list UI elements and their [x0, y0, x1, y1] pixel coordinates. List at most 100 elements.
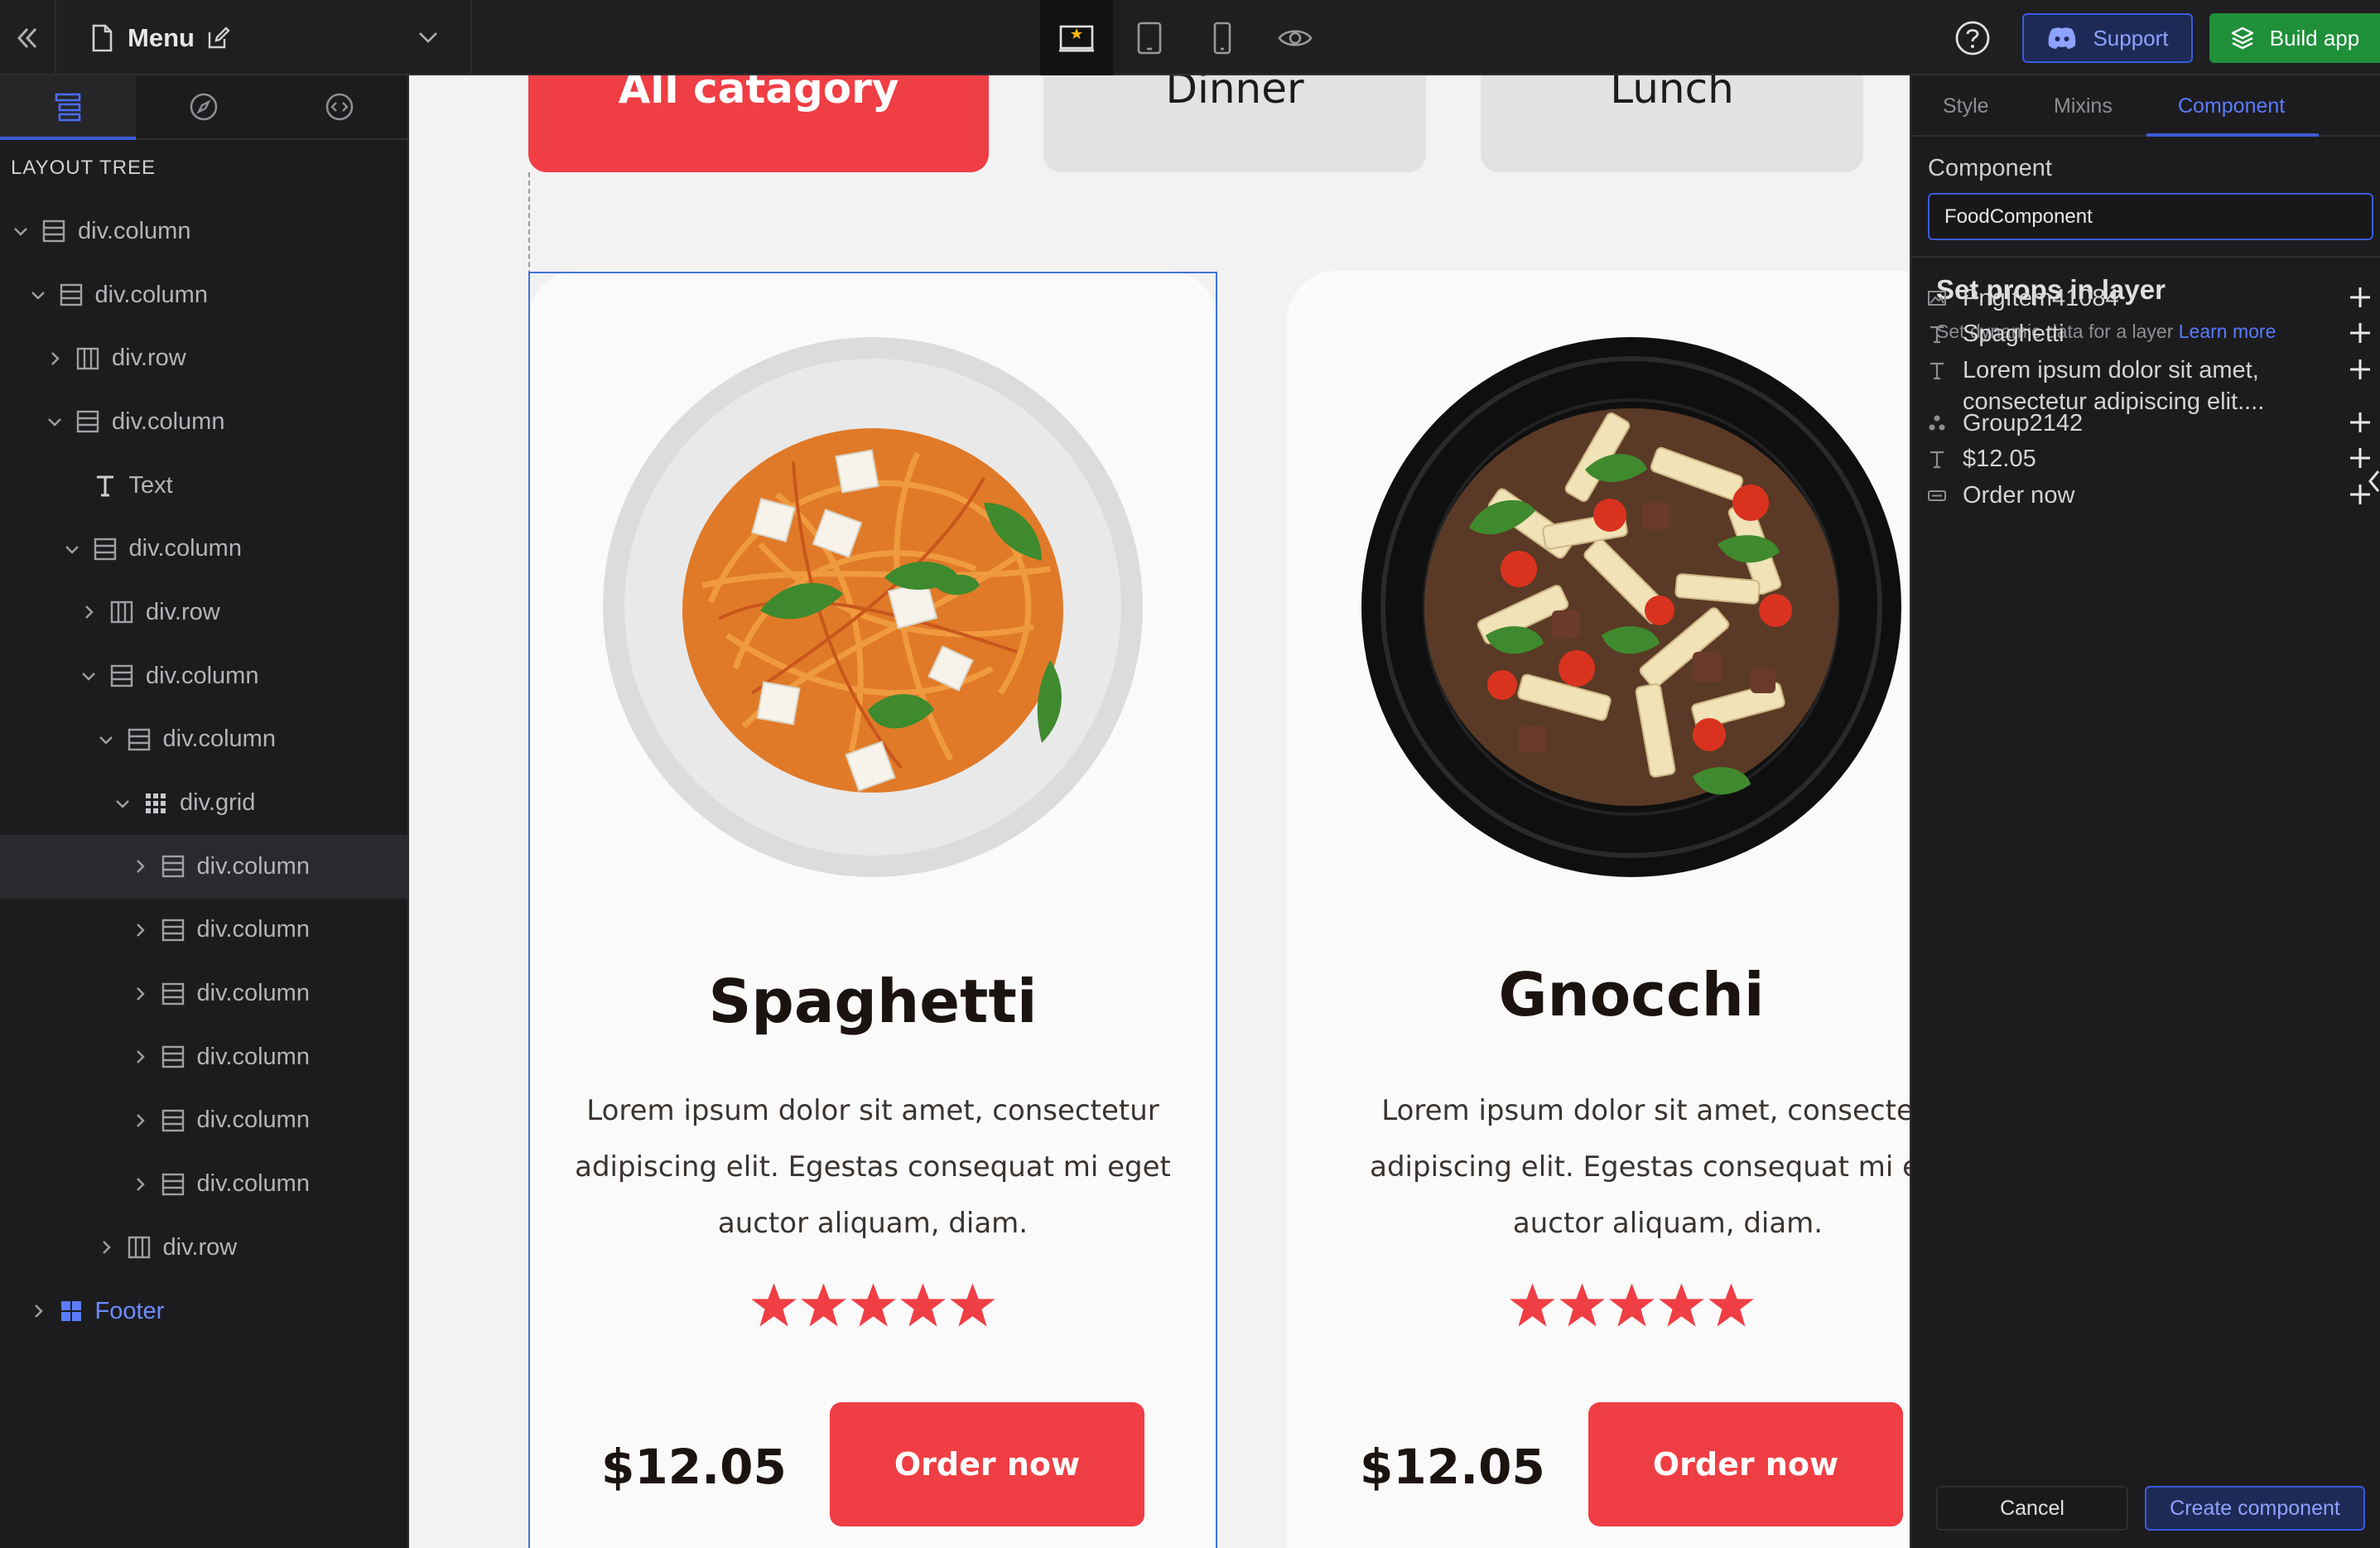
prop-row[interactable]: $12.05 — [1926, 443, 2380, 475]
food-title: Gnocchi — [1498, 960, 1765, 1030]
tree-item-label: div.row — [162, 1233, 238, 1261]
chevron-down-icon[interactable] — [78, 667, 99, 685]
chevron-right-icon[interactable] — [27, 1302, 49, 1320]
star-icon — [949, 1283, 995, 1327]
tree-item[interactable]: div.column — [0, 1025, 407, 1089]
food-card[interactable]: Gnocchi Lorem ipsum dolor sit amet, cons… — [1287, 271, 1910, 1548]
tree-item-label: div.column — [196, 1043, 310, 1070]
chevron-down-icon[interactable] — [10, 222, 31, 240]
create-component-button[interactable]: Create component — [2145, 1486, 2365, 1531]
column-icon — [108, 663, 136, 688]
tree-item[interactable]: div.column — [0, 644, 407, 708]
tree-item[interactable]: div.column — [0, 899, 407, 962]
collapse-sidebar-button[interactable] — [0, 0, 56, 75]
cancel-button[interactable]: Cancel — [1936, 1486, 2128, 1531]
order-now-button[interactable]: Order now — [1588, 1402, 1903, 1526]
group-icon — [1926, 407, 1948, 439]
tree-item-footer[interactable]: Footer — [0, 1280, 407, 1343]
category-all-button[interactable]: All catagory — [528, 75, 989, 172]
chevron-down-icon[interactable] — [27, 286, 49, 304]
chevron-down-icon[interactable] — [61, 540, 83, 558]
tree-item[interactable]: div.row — [0, 1216, 407, 1280]
component-name-input[interactable]: FoodComponent — [1928, 193, 2373, 240]
tree-item-label: div.column — [112, 407, 225, 435]
chevron-right-icon[interactable] — [129, 985, 151, 1003]
tree-item[interactable]: div.column — [0, 200, 407, 263]
tree-item[interactable]: div.column — [0, 517, 407, 581]
build-app-button[interactable]: Build app — [2209, 13, 2380, 63]
chevron-left-icon[interactable] — [2367, 465, 2380, 498]
plus-icon[interactable] — [2347, 409, 2373, 442]
tree-item[interactable]: div.row — [0, 581, 407, 644]
tab-style[interactable]: Style — [1943, 75, 1989, 137]
tree-item[interactable]: div.row — [0, 326, 407, 390]
preview-button[interactable] — [1259, 0, 1332, 75]
support-button[interactable]: Support — [2022, 13, 2193, 63]
tree-item[interactable]: Text — [0, 454, 407, 518]
star-icon — [1509, 1283, 1555, 1327]
food-card[interactable]: Spaghetti Lorem ipsum dolor sit amet, co… — [528, 271, 1217, 1548]
chevron-right-icon[interactable] — [129, 857, 151, 875]
desktop-view-button[interactable] — [1040, 0, 1113, 75]
food-price: $12.05 — [1360, 1439, 1545, 1495]
star-icon — [1559, 1283, 1605, 1327]
chevron-down-icon[interactable] — [44, 412, 65, 431]
category-dinner-button[interactable]: Dinner — [1043, 75, 1426, 172]
tree-item[interactable]: div.column — [0, 1089, 407, 1153]
category-lunch-button[interactable]: Lunch — [1481, 75, 1863, 172]
tree-item[interactable]: div.column — [0, 390, 407, 454]
chevron-down-icon[interactable] — [416, 25, 441, 50]
tab-component[interactable]: Component — [2178, 75, 2285, 137]
page-selector[interactable]: Menu — [56, 0, 472, 75]
food-price: $12.05 — [601, 1439, 787, 1495]
row-icon — [74, 346, 102, 371]
prop-row[interactable]: Group2142 — [1926, 407, 2380, 439]
chevron-right-icon[interactable] — [129, 1048, 151, 1066]
chevron-right-icon[interactable] — [78, 603, 99, 621]
column-icon — [159, 1172, 187, 1197]
order-now-button[interactable]: Order now — [830, 1402, 1144, 1526]
tab-mixins[interactable]: Mixins — [2054, 75, 2113, 137]
plus-icon[interactable] — [2347, 356, 2373, 389]
prop-row[interactable]: PngItem41084 — [1926, 282, 2380, 314]
column-icon — [74, 409, 102, 434]
prop-row[interactable]: Spaghetti — [1926, 318, 2380, 350]
star-icon — [899, 1283, 946, 1327]
text-icon — [1926, 443, 1948, 475]
tree-item[interactable]: div.grid — [0, 771, 407, 835]
tree-item[interactable]: div.column — [0, 263, 407, 327]
edit-icon[interactable] — [206, 26, 231, 51]
tab-code[interactable] — [272, 75, 407, 138]
chevron-right-icon[interactable] — [129, 921, 151, 939]
plus-icon[interactable] — [2347, 284, 2373, 317]
tree-item[interactable]: div.column — [0, 1152, 407, 1216]
mobile-view-button[interactable] — [1186, 0, 1259, 75]
column-icon — [159, 854, 187, 879]
chevron-right-icon[interactable] — [129, 1112, 151, 1130]
page-title: Menu — [128, 22, 195, 52]
chevron-down-icon[interactable] — [95, 731, 117, 749]
chevron-right-icon[interactable] — [44, 350, 65, 368]
tree-item-label: div.column — [196, 916, 310, 943]
tree-item-label: div.column — [128, 535, 242, 562]
help-icon[interactable] — [1954, 20, 1991, 56]
tree-item[interactable]: div.column — [0, 834, 407, 899]
tablet-view-button[interactable] — [1113, 0, 1186, 75]
right-panel-tabs: Style Mixins Component — [1911, 75, 2380, 137]
column-icon — [159, 1108, 187, 1133]
tab-layers[interactable] — [0, 75, 136, 140]
chevron-right-icon[interactable] — [129, 1175, 151, 1194]
star-icon — [1658, 1283, 1704, 1327]
tab-navigator[interactable] — [136, 75, 272, 138]
plus-icon[interactable] — [2347, 320, 2373, 353]
rating-stars — [1287, 1281, 1910, 1329]
prop-row[interactable]: Order now — [1926, 480, 2380, 511]
design-canvas[interactable]: All catagory Dinner Lunch Spaghetti Lore… — [409, 75, 1910, 1548]
discord-icon — [2049, 27, 2076, 49]
column-icon — [159, 1044, 187, 1069]
tree-item[interactable]: div.column — [0, 962, 407, 1025]
tree-item[interactable]: div.column — [0, 708, 407, 772]
chevron-right-icon[interactable] — [95, 1238, 117, 1256]
column-icon — [57, 282, 85, 307]
chevron-down-icon[interactable] — [112, 794, 133, 813]
